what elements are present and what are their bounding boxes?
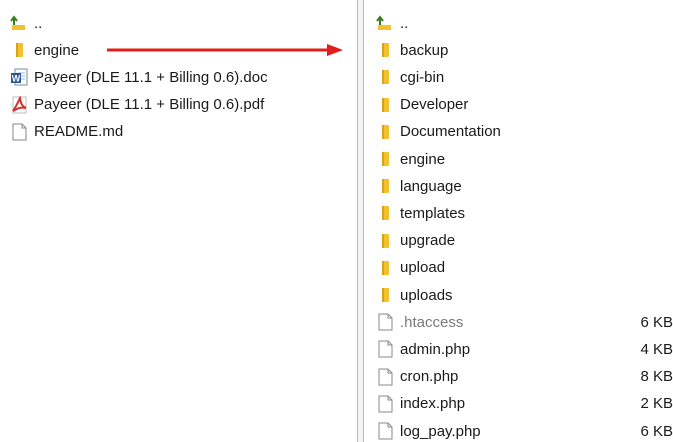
item-name: admin.php [400, 340, 471, 358]
folder-icon [376, 123, 394, 141]
word-document-icon: W [10, 68, 28, 86]
file-icon [376, 422, 394, 440]
left-file-pane[interactable]: .. engine W Payeer (DLE 11.1 + Billing 0.6)… [0, 0, 350, 442]
item-name: Payeer (DLE 11.1 + Billing 0.6).doc [34, 68, 268, 86]
folder-icon [376, 177, 394, 195]
file-row[interactable]: Payeer (DLE 11.1 + Billing 0.6).pdf [10, 94, 350, 116]
file-icon [376, 395, 394, 413]
item-name: .. [400, 14, 409, 32]
folder-row[interactable]: Documentation [376, 121, 673, 143]
folder-icon [376, 41, 394, 59]
folder-row[interactable]: backup [376, 39, 673, 61]
folder-row[interactable]: Developer [376, 94, 673, 116]
folder-icon [376, 286, 394, 304]
pane-splitter[interactable] [357, 0, 364, 442]
item-name: .htaccess [400, 313, 464, 331]
item-name: index.php [400, 395, 466, 413]
folder-icon [376, 259, 394, 277]
item-size: 6 KB [640, 422, 673, 440]
parent-folder-icon [376, 14, 394, 32]
file-row[interactable]: .htaccess 6 KB [376, 311, 673, 333]
item-name: templates [400, 204, 466, 222]
folder-row[interactable]: upgrade [376, 230, 673, 252]
file-row[interactable]: index.php 2 KB [376, 393, 673, 415]
item-size: 4 KB [640, 340, 673, 358]
item-size: 6 KB [640, 313, 673, 331]
right-file-pane[interactable]: .. backup cgi-bin Developer Documentation eng… [366, 0, 673, 442]
item-name: engine [400, 150, 446, 168]
annotation-arrow [107, 44, 343, 56]
item-name: backup [400, 41, 449, 59]
folder-icon [376, 68, 394, 86]
item-name: language [400, 177, 462, 195]
file-row[interactable]: W Payeer (DLE 11.1 + Billing 0.6).doc [10, 66, 350, 88]
folder-icon [376, 96, 394, 114]
item-name: README.md [34, 123, 124, 141]
item-size: 8 KB [640, 368, 673, 386]
item-name: Payeer (DLE 11.1 + Billing 0.6).pdf [34, 96, 265, 114]
folder-row[interactable]: engine [376, 148, 673, 170]
item-name: log_pay.php [400, 422, 481, 440]
folder-row[interactable]: upload [376, 257, 673, 279]
file-row[interactable]: cron.php 8 KB [376, 366, 673, 388]
item-name: Developer [400, 96, 469, 114]
folder-row[interactable]: language [376, 175, 673, 197]
file-row[interactable]: log_pay.php 6 KB [376, 420, 673, 442]
folder-row[interactable]: uploads [376, 284, 673, 306]
item-name: upgrade [400, 232, 456, 250]
item-name: uploads [400, 286, 453, 304]
file-icon [376, 340, 394, 358]
folder-row[interactable]: cgi-bin [376, 66, 673, 88]
item-name: cgi-bin [400, 68, 445, 86]
item-name: Documentation [400, 123, 501, 141]
item-name: upload [400, 259, 446, 277]
file-icon [376, 368, 394, 386]
item-name: cron.php [400, 368, 459, 386]
file-icon [376, 313, 394, 331]
folder-icon [376, 232, 394, 250]
folder-icon [376, 204, 394, 222]
pdf-document-icon [10, 95, 28, 114]
folder-row[interactable]: .. [376, 12, 673, 34]
item-size: 2 KB [640, 395, 673, 413]
file-row[interactable]: admin.php 4 KB [376, 338, 673, 360]
item-name: .. [34, 14, 43, 32]
folder-row[interactable]: templates [376, 202, 673, 224]
parent-folder-icon [10, 14, 28, 32]
folder-icon [376, 150, 394, 168]
file-row[interactable]: README.md [10, 121, 350, 143]
folder-icon [10, 41, 28, 59]
svg-text:W: W [12, 74, 21, 84]
file-icon [10, 123, 28, 141]
folder-row[interactable]: .. [10, 12, 350, 34]
